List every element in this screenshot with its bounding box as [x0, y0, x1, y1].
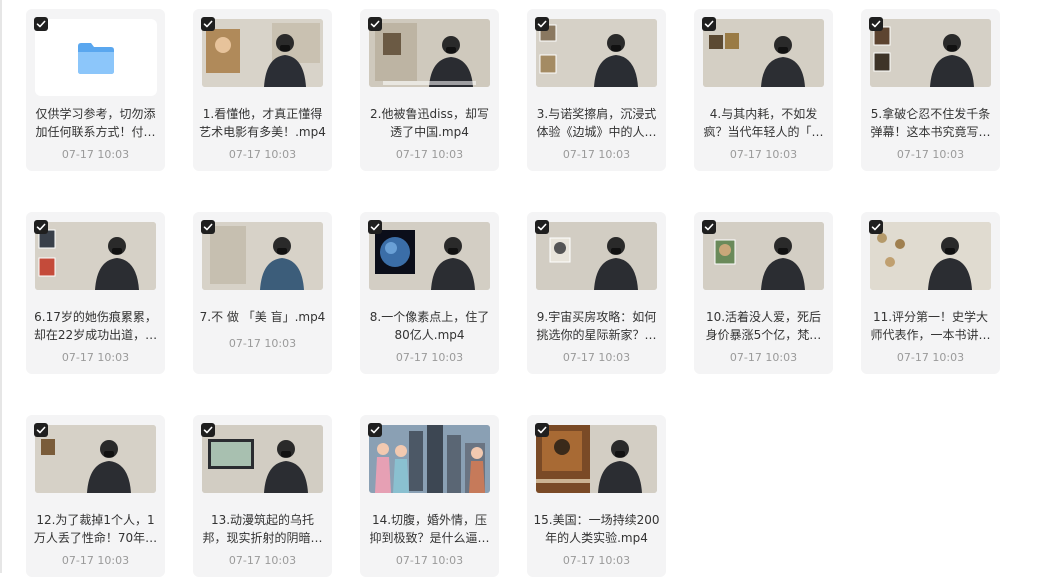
video-thumbnail	[536, 19, 657, 87]
video-card[interactable]: 13.动漫筑起的乌托邦，现实折射的阴暗… 07-17 10:03	[193, 415, 332, 577]
video-thumbnail	[369, 425, 490, 493]
modified-time: 07-17 10:03	[228, 337, 297, 350]
file-name: 3.与诺奖擦肩，沉浸式体验《边城》中的人…	[536, 107, 657, 139]
modified-time: 07-17 10:03	[228, 148, 297, 161]
video-thumbnail	[536, 425, 657, 493]
video-card[interactable]: 9.宇宙买房攻略：如何挑选你的星际新家？… 07-17 10:03	[527, 212, 666, 374]
file-name: 1.看懂他，才真正懂得艺术电影有多美！.mp4	[199, 107, 326, 139]
file-name: 9.宇宙买房攻略：如何挑选你的星际新家？…	[536, 310, 657, 342]
checkbox-checked-icon[interactable]	[368, 220, 382, 234]
modified-time: 07-17 10:03	[896, 351, 965, 364]
video-card[interactable]: 2.他被鲁迅diss，却写透了中国.mp4 07-17 10:03	[360, 9, 499, 171]
file-name: 15.美国：一场持续200年的人类实验.mp4	[533, 513, 660, 545]
video-card[interactable]: 12.为了裁掉1个人，1万人丢了性命！70年… 07-17 10:03	[26, 415, 165, 577]
video-card[interactable]: 3.与诺奖擦肩，沉浸式体验《边城》中的人… 07-17 10:03	[527, 9, 666, 171]
modified-time: 07-17 10:03	[61, 351, 130, 364]
modified-time: 07-17 10:03	[228, 554, 297, 567]
video-thumbnail	[536, 222, 657, 290]
video-card[interactable]: 8.一个像素点上，住了80亿人.mp4 07-17 10:03	[360, 212, 499, 374]
video-thumbnail	[870, 19, 991, 87]
file-name: 13.动漫筑起的乌托邦，现实折射的阴暗…	[202, 513, 323, 545]
video-card[interactable]: 7.不 做 「美 盲」.mp4 07-17 10:03	[193, 212, 332, 374]
video-card[interactable]: 4.与其内耗，不如发疯？当代年轻人的「… 07-17 10:03	[694, 9, 833, 171]
video-card[interactable]: 10.活着没人爱，死后身价暴涨5个亿，梵… 07-17 10:03	[694, 212, 833, 374]
file-name: 8.一个像素点上，住了80亿人.mp4	[369, 310, 490, 342]
video-thumbnail	[202, 425, 323, 493]
folder-card[interactable]: 仅供学习参考，切勿添加任何联系方式！付… 07-17 10:03	[26, 9, 165, 171]
video-card[interactable]: 1.看懂他，才真正懂得艺术电影有多美！.mp4 07-17 10:03	[193, 9, 332, 171]
video-thumbnail	[703, 222, 824, 290]
modified-time: 07-17 10:03	[61, 554, 130, 567]
modified-time: 07-17 10:03	[896, 148, 965, 161]
video-thumbnail	[369, 222, 490, 290]
checkbox-checked-icon[interactable]	[702, 220, 716, 234]
folder-thumbnail	[35, 19, 157, 96]
video-thumbnail	[369, 19, 490, 87]
video-card[interactable]: 14.切腹，婚外情，压抑到极致？是什么逼… 07-17 10:03	[360, 415, 499, 577]
file-name: 14.切腹，婚外情，压抑到极致？是什么逼…	[369, 513, 490, 545]
video-thumbnail	[202, 222, 323, 290]
folder-icon	[78, 43, 114, 74]
checkbox-checked-icon[interactable]	[535, 220, 549, 234]
video-card[interactable]: 5.拿破仑忍不住发千条弹幕！这本书究竟写… 07-17 10:03	[861, 9, 1000, 171]
video-thumbnail	[703, 19, 824, 87]
modified-time: 07-17 10:03	[562, 148, 631, 161]
checkbox-checked-icon[interactable]	[34, 17, 48, 31]
file-name: 4.与其内耗，不如发疯？当代年轻人的「…	[703, 107, 824, 139]
file-name: 11.评分第一！史学大师代表作，一本书讲…	[870, 310, 991, 342]
file-name: 6.17岁的她伤痕累累，却在22岁成功出道，…	[33, 310, 158, 342]
checkbox-checked-icon[interactable]	[368, 423, 382, 437]
checkbox-checked-icon[interactable]	[535, 423, 549, 437]
checkbox-checked-icon[interactable]	[535, 17, 549, 31]
checkbox-checked-icon[interactable]	[869, 220, 883, 234]
left-divider	[0, 0, 2, 573]
video-card[interactable]: 6.17岁的她伤痕累累，却在22岁成功出道，… 07-17 10:03	[26, 212, 165, 374]
video-thumbnail	[870, 222, 991, 290]
checkbox-checked-icon[interactable]	[869, 17, 883, 31]
video-card[interactable]: 15.美国：一场持续200年的人类实验.mp4 07-17 10:03	[527, 415, 666, 577]
modified-time: 07-17 10:03	[562, 351, 631, 364]
checkbox-checked-icon[interactable]	[368, 17, 382, 31]
modified-time: 07-17 10:03	[61, 148, 130, 161]
modified-time: 07-17 10:03	[395, 148, 464, 161]
checkbox-checked-icon[interactable]	[34, 220, 48, 234]
checkbox-checked-icon[interactable]	[702, 17, 716, 31]
modified-time: 07-17 10:03	[729, 148, 798, 161]
checkbox-checked-icon[interactable]	[201, 423, 215, 437]
modified-time: 07-17 10:03	[729, 351, 798, 364]
video-thumbnail	[35, 222, 156, 290]
modified-time: 07-17 10:03	[395, 351, 464, 364]
video-thumbnail	[202, 19, 323, 87]
checkbox-checked-icon[interactable]	[201, 220, 215, 234]
video-card[interactable]: 11.评分第一！史学大师代表作，一本书讲… 07-17 10:03	[861, 212, 1000, 374]
video-thumbnail	[35, 425, 156, 493]
file-name: 12.为了裁掉1个人，1万人丢了性命！70年…	[33, 513, 158, 545]
checkbox-checked-icon[interactable]	[201, 17, 215, 31]
file-name: 7.不 做 「美 盲」.mp4	[199, 310, 326, 324]
file-name: 10.活着没人爱，死后身价暴涨5个亿，梵…	[705, 310, 822, 342]
checkbox-checked-icon[interactable]	[34, 423, 48, 437]
file-name: 仅供学习参考，切勿添加任何联系方式！付…	[35, 107, 156, 139]
modified-time: 07-17 10:03	[395, 554, 464, 567]
file-name: 2.他被鲁迅diss，却写透了中国.mp4	[370, 107, 489, 139]
file-name: 5.拿破仑忍不住发千条弹幕！这本书究竟写…	[870, 107, 991, 139]
modified-time: 07-17 10:03	[562, 554, 631, 567]
